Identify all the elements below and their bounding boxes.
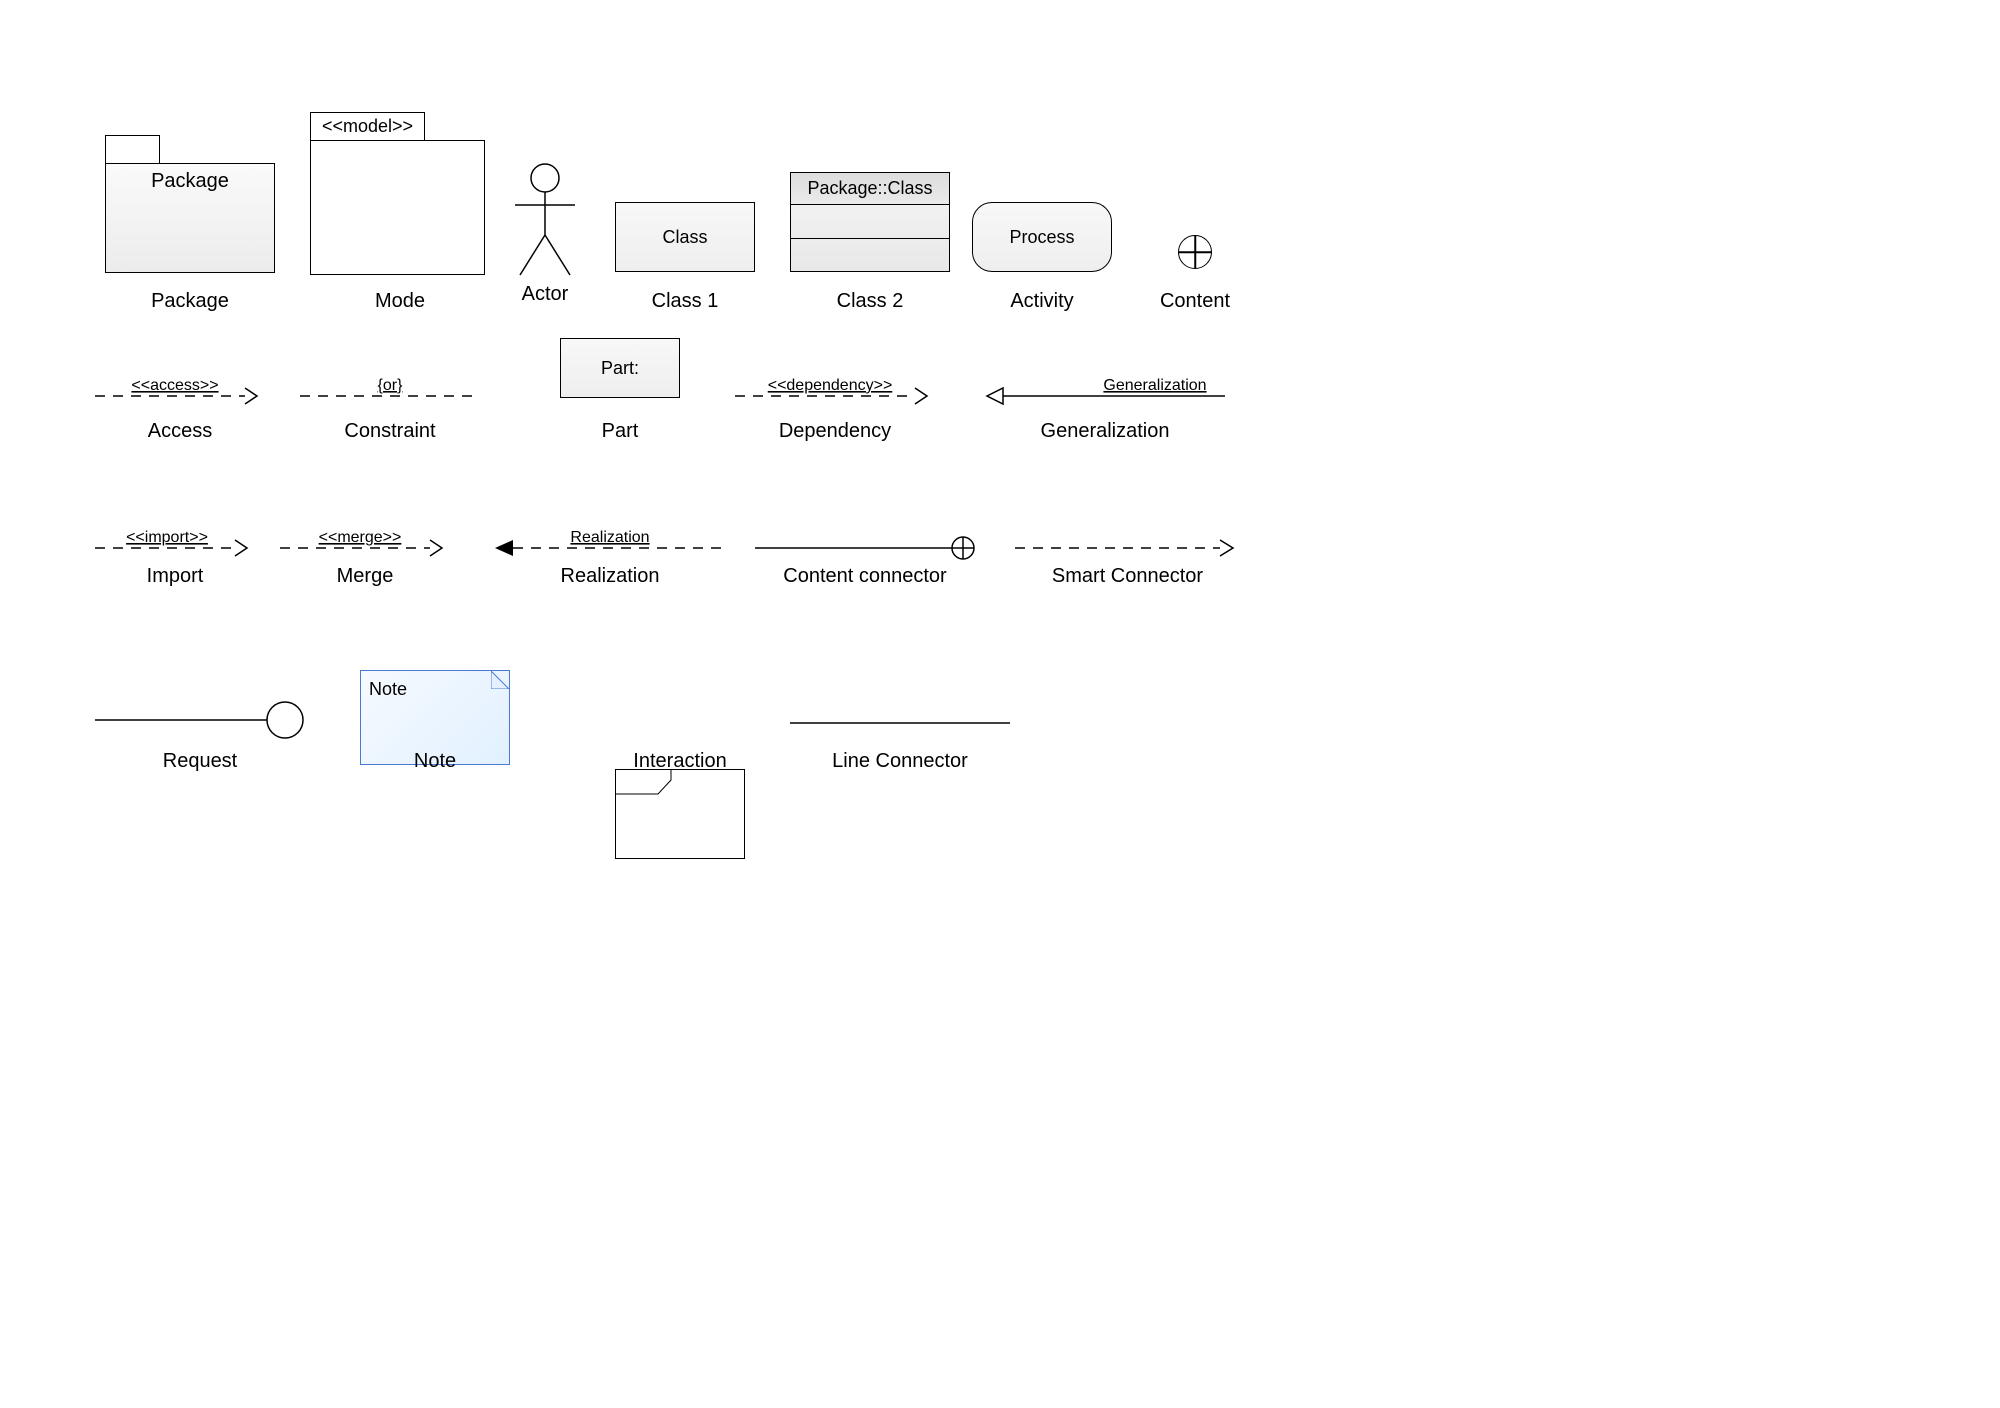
part-caption: Part bbox=[560, 420, 680, 443]
uml-legend-canvas: Package Package <<model>> Mode Actor Cla… bbox=[0, 0, 2000, 1408]
import-connector: <<import>> bbox=[95, 530, 255, 565]
content-connector bbox=[755, 530, 975, 565]
line-connector-caption: Line Connector bbox=[790, 750, 1010, 773]
request-connector bbox=[95, 700, 305, 745]
note-fold-icon bbox=[491, 671, 509, 689]
mode-tab: <<model>> bbox=[310, 112, 425, 140]
access-connector: <<access>> bbox=[95, 378, 265, 413]
realization-connector: Realization bbox=[495, 530, 725, 565]
request-caption: Request bbox=[95, 750, 305, 773]
access-caption: Access bbox=[95, 420, 265, 443]
class2-bot bbox=[791, 239, 949, 272]
generalization-label: Generalization bbox=[1103, 377, 1206, 394]
part-shape: Part: bbox=[560, 338, 680, 398]
merge-label: <<merge>> bbox=[319, 529, 402, 546]
content-connector-caption: Content connector bbox=[755, 565, 975, 588]
constraint-label: {or} bbox=[378, 377, 404, 394]
part-label: Part: bbox=[601, 358, 639, 379]
class1-shape: Class bbox=[615, 202, 755, 272]
mode-caption: Mode bbox=[320, 290, 480, 313]
actor-icon bbox=[500, 160, 590, 280]
constraint-caption: Constraint bbox=[300, 420, 480, 443]
package-label: Package bbox=[106, 170, 274, 193]
package-body: Package bbox=[105, 163, 275, 273]
line-connector bbox=[790, 712, 1010, 733]
import-label: <<import>> bbox=[126, 529, 208, 546]
import-caption: Import bbox=[95, 565, 255, 588]
note-label: Note bbox=[369, 679, 407, 699]
class2-shape: Package::Class bbox=[790, 172, 950, 272]
package-tab bbox=[105, 135, 160, 163]
note-caption: Note bbox=[360, 750, 510, 773]
class1-label: Class bbox=[662, 227, 707, 248]
merge-connector: <<merge>> bbox=[280, 530, 450, 565]
class2-head: Package::Class bbox=[791, 173, 949, 205]
actor-shape bbox=[500, 160, 590, 285]
realization-caption: Realization bbox=[495, 565, 725, 588]
class2-mid bbox=[791, 205, 949, 239]
dependency-label: <<dependency>> bbox=[768, 377, 893, 394]
interaction-caption: Interaction bbox=[615, 750, 745, 773]
content-shape bbox=[1178, 235, 1212, 269]
mode-stereo: <<model>> bbox=[322, 116, 413, 137]
access-label: <<access>> bbox=[131, 377, 218, 394]
content-caption: Content bbox=[1145, 290, 1245, 313]
class1-caption: Class 1 bbox=[615, 290, 755, 313]
activity-caption: Activity bbox=[972, 290, 1112, 313]
dependency-caption: Dependency bbox=[735, 420, 935, 443]
class2-caption: Class 2 bbox=[790, 290, 950, 313]
merge-caption: Merge bbox=[280, 565, 450, 588]
package-caption: Package bbox=[110, 290, 270, 313]
generalization-connector: Generalization bbox=[985, 378, 1225, 413]
generalization-caption: Generalization bbox=[985, 420, 1225, 443]
realization-label: Realization bbox=[570, 529, 649, 546]
mode-body bbox=[310, 140, 485, 275]
dependency-connector: <<dependency>> bbox=[735, 378, 935, 413]
activity-shape: Process bbox=[972, 202, 1112, 272]
activity-label: Process bbox=[1009, 227, 1074, 248]
smart-connector-caption: Smart Connector bbox=[1015, 565, 1240, 588]
smart-connector bbox=[1015, 530, 1240, 565]
interaction-tab-icon bbox=[616, 770, 746, 860]
actor-caption: Actor bbox=[500, 283, 590, 306]
interaction-shape bbox=[615, 769, 745, 859]
constraint-connector: {or} bbox=[300, 378, 480, 413]
